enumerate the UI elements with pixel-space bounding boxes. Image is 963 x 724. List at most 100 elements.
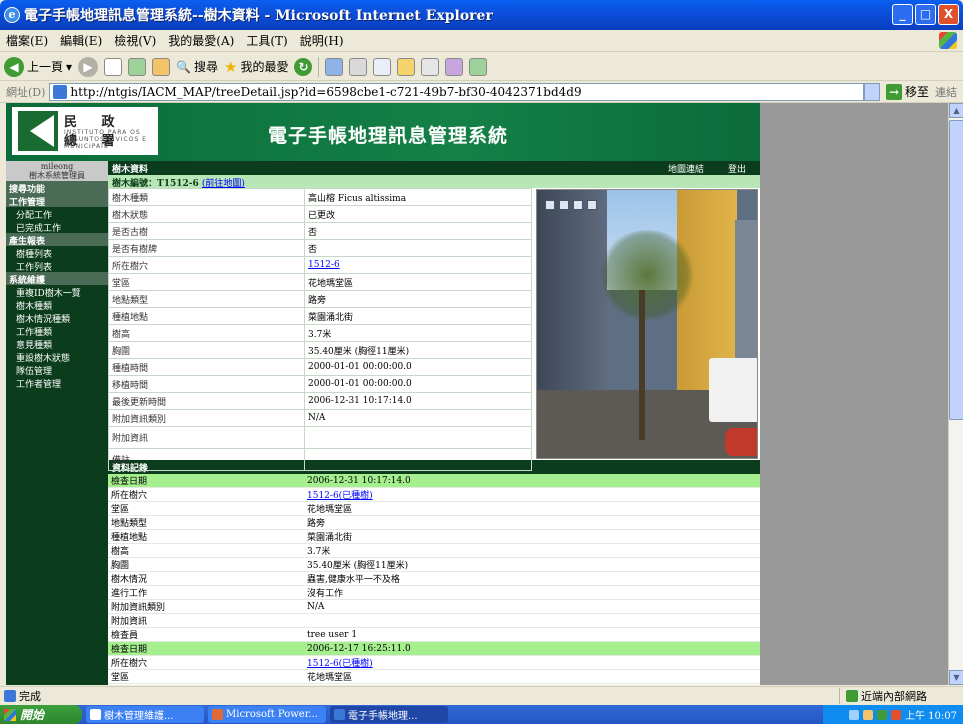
tree-pit-link[interactable]: 1512-6 <box>308 260 340 270</box>
sidebar-item-tree-types[interactable]: 樹木種類 <box>6 298 108 312</box>
map-link[interactable]: 地圖連結 <box>668 162 704 175</box>
go-button[interactable]: → 移至 <box>880 83 935 100</box>
back-button[interactable]: ◀ 上一頁 ▾ <box>4 56 72 77</box>
field-value <box>304 426 532 449</box>
main-panel: 樹木資料 地圖連結 登出 樹木編號：T1512-6 (前往地圖) 樹木種類 高山榕… <box>108 161 760 685</box>
menu-view[interactable]: 檢視(V) <box>108 32 162 49</box>
tools-icon[interactable] <box>469 57 488 76</box>
field-value: 已更改 <box>304 205 532 223</box>
task-label: Microsoft Power... <box>226 709 318 720</box>
mail-icon[interactable] <box>325 57 344 76</box>
sidebar-item-reset-status[interactable]: 重設樹木狀態 <box>6 350 108 364</box>
sidebar-item-work-list[interactable]: 工作列表 <box>6 259 108 273</box>
stop-icon[interactable] <box>104 57 123 76</box>
field-label: 附加資訊 <box>108 426 305 449</box>
sidebar-item-completed-work[interactable]: 已完成工作 <box>6 220 108 234</box>
scroll-thumb[interactable] <box>949 120 963 420</box>
page-done-icon <box>4 690 16 702</box>
close-button[interactable]: X <box>938 4 959 25</box>
table-row: 檢查日期 2006-12-31 10:17:14.0 <box>108 474 760 488</box>
print-image-icon[interactable] <box>559 200 569 210</box>
field-label: 胸圍 <box>108 557 304 572</box>
refresh-icon[interactable] <box>128 57 147 76</box>
links-button[interactable]: 連結 <box>935 84 963 100</box>
go-arrow-icon: → <box>885 83 902 100</box>
powerpoint-icon <box>212 709 223 720</box>
field-value: 1512-6(已種樹) <box>304 655 760 670</box>
logout-link[interactable]: 登出 <box>728 162 746 175</box>
scroll-up-button[interactable]: ▲ <box>949 103 963 118</box>
tray-icon[interactable] <box>863 709 873 720</box>
table-row: 樹木情況 蟲害,健康水平一不及格 <box>108 571 760 586</box>
menu-edit[interactable]: 編輯(E) <box>54 32 108 49</box>
sidebar-item-work-types[interactable]: 工作種類 <box>6 324 108 338</box>
table-row: 樹高 3.7米 <box>108 324 532 342</box>
field-label: 所在樹穴 <box>108 655 304 670</box>
home-icon[interactable] <box>152 57 171 76</box>
taskbar-item-powerpoint[interactable]: Microsoft Power... <box>208 706 326 723</box>
field-label: 樹高 <box>108 324 305 342</box>
sidebar-section-work: 工作管理 <box>6 194 108 208</box>
table-row: 檢查員 tree user 1 <box>108 627 760 642</box>
sidebar-section-maintenance: 系統維護 <box>6 272 108 286</box>
print-icon[interactable] <box>349 57 368 76</box>
tree-pit-link[interactable]: 1512-6(已種樹) <box>307 491 373 501</box>
field-label: 備註 <box>108 448 305 471</box>
field-value: 2006-12-31 10:17:14.0 <box>304 392 532 410</box>
field-value: 否 <box>304 239 532 257</box>
field-label: 胸圍 <box>108 341 305 359</box>
field-value: 2006-12-17 16:25:11.0 <box>304 641 760 656</box>
tray-icon[interactable] <box>877 709 887 720</box>
edit-icon[interactable] <box>373 57 392 76</box>
maximize-button[interactable]: □ <box>915 4 936 25</box>
sidebar-item-team-mgmt[interactable]: 隊伍管理 <box>6 363 108 377</box>
favorites-button[interactable]: ★ 我的最愛 <box>224 58 288 76</box>
sidebar-item-assign-work[interactable]: 分配工作 <box>6 207 108 221</box>
sidebar-item-worker-mgmt[interactable]: 工作者管理 <box>6 376 108 390</box>
vertical-scrollbar[interactable]: ▲ ▼ <box>948 103 963 685</box>
start-button[interactable]: 開始 <box>0 705 82 724</box>
sidebar-section-search[interactable]: 搜尋功能 <box>6 181 108 195</box>
sidebar-item-species-list[interactable]: 樹種列表 <box>6 246 108 260</box>
page-background <box>760 103 948 685</box>
user-info: mileong 樹木系統管理員 <box>6 161 108 181</box>
tree-pit-link[interactable]: 1512-6(已種樹) <box>307 659 373 669</box>
search-button[interactable]: 🔍 搜尋 <box>176 58 218 75</box>
go-label: 移至 <box>904 85 929 99</box>
field-label: 地點類型 <box>108 290 305 308</box>
menu-bar: 檔案(E) 編輯(E) 檢視(V) 我的最愛(A) 工具(T) 說明(H) <box>0 30 963 52</box>
folder-icon[interactable] <box>397 57 416 76</box>
table-row: 種植時間 2000-01-01 00:00:00.0 <box>108 358 532 376</box>
sidebar-item-duplicate-id[interactable]: 重複ID樹木一覽 <box>6 285 108 299</box>
menu-favorites[interactable]: 我的最愛(A) <box>162 32 240 49</box>
sidebar-item-condition-types[interactable]: 樹木情況種類 <box>6 311 108 325</box>
save-image-icon[interactable] <box>545 200 555 210</box>
sidebar-item-opinion-types[interactable]: 意見種類 <box>6 337 108 351</box>
ie-logo-icon: e <box>4 7 20 23</box>
history-icon[interactable]: ↻ <box>294 57 313 76</box>
folder-image-icon[interactable] <box>587 200 597 210</box>
mail-image-icon[interactable] <box>573 200 583 210</box>
address-input[interactable]: http://ntgis/IACM_MAP/treeDetail.jsp?id=… <box>49 82 864 101</box>
folder-icon <box>90 709 101 720</box>
page-icon <box>53 84 68 99</box>
field-value: 2000-01-01 00:00:00.0 <box>304 358 532 376</box>
address-dropdown-button[interactable] <box>863 82 880 101</box>
tray-icon[interactable] <box>891 709 901 720</box>
taskbar-item-tree-maintenance[interactable]: 樹木管理維護... <box>86 706 204 723</box>
research-icon[interactable] <box>445 57 464 76</box>
messenger-icon[interactable] <box>421 57 440 76</box>
table-row: 最後更新時間 2006-12-31 10:17:14.0 <box>108 392 532 410</box>
taskbar-item-gis[interactable]: 電子手帳地理... <box>330 706 448 723</box>
menu-file[interactable]: 檔案(E) <box>0 32 54 49</box>
menu-help[interactable]: 說明(H) <box>294 32 350 49</box>
table-row: 地點類型 路旁 <box>108 515 760 530</box>
scroll-down-button[interactable]: ▼ <box>949 670 963 685</box>
forward-button[interactable]: ▶ <box>78 56 99 77</box>
tray-icon[interactable] <box>849 709 859 720</box>
task-label: 樹木管理維護... <box>104 711 174 722</box>
menu-tools[interactable]: 工具(T) <box>240 32 293 49</box>
security-zone: 近端內部網路 <box>839 688 963 704</box>
table-row: 所在樹穴 1512-6(已種樹) <box>108 487 760 502</box>
minimize-button[interactable]: _ <box>892 4 913 25</box>
